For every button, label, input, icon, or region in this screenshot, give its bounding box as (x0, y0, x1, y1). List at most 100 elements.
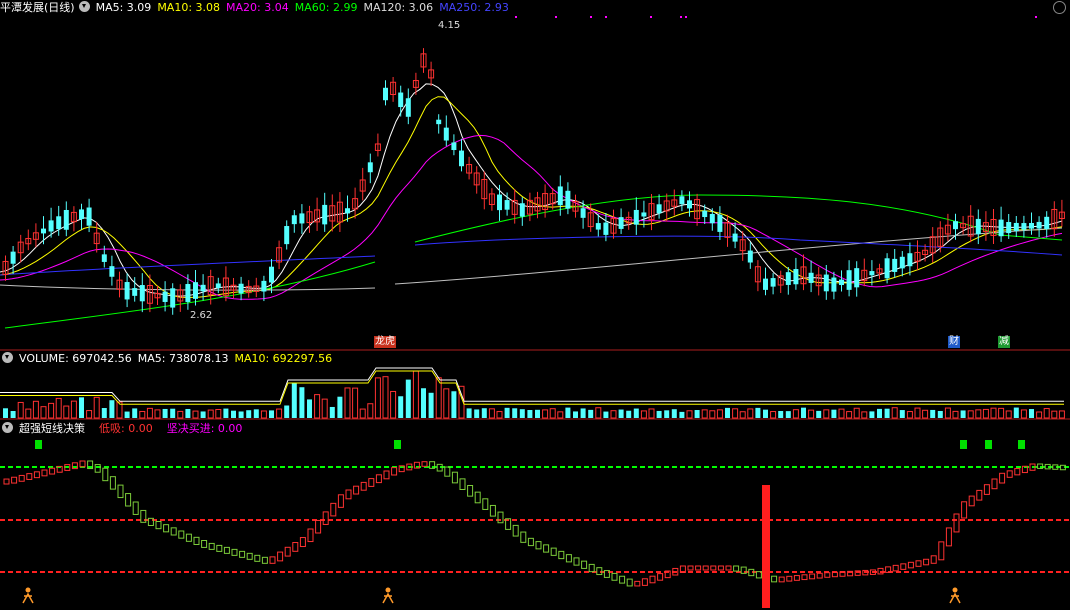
volume-bar (580, 408, 586, 418)
indicator-name: 超强短线决策 (19, 422, 85, 435)
volume-bar (535, 409, 540, 418)
oscillator-step (634, 580, 641, 587)
volume-bar (3, 408, 8, 418)
event-tag-reduce[interactable]: 减 (998, 336, 1010, 348)
volume-bar (215, 409, 222, 419)
candle-body (86, 207, 92, 226)
volume-bar (269, 410, 274, 418)
buy-signal-marker (985, 440, 992, 449)
figure-icon (25, 587, 31, 593)
event-tag-finance[interactable]: 财 (948, 336, 960, 348)
oscillator-step (999, 472, 1006, 484)
volume-bar (185, 408, 191, 418)
candle-body (132, 288, 138, 296)
volume-bar (694, 410, 700, 418)
candle-body (405, 98, 411, 117)
volume-bar (1013, 407, 1019, 418)
candle-body (48, 220, 54, 232)
oscillator-step (581, 560, 588, 569)
oscillator-step (307, 528, 314, 543)
volume-bar (891, 407, 898, 419)
volume-bar (382, 376, 389, 419)
volume-bar (443, 388, 450, 419)
oscillator-step (315, 519, 322, 534)
dropdown-icon[interactable] (2, 352, 13, 363)
volume-bar (109, 400, 115, 418)
oscillator-step (733, 565, 740, 572)
volume-bar (801, 407, 806, 418)
oscillator-step (611, 572, 618, 581)
volume-bar (846, 411, 853, 419)
volume-bar (633, 408, 639, 418)
oscillator-step (482, 498, 489, 510)
volume-bar (488, 408, 495, 419)
candle-body (497, 194, 502, 211)
volume-bar (937, 410, 943, 418)
volume-bar (906, 411, 913, 419)
volume-bar (716, 409, 723, 419)
volume-bar (603, 411, 609, 418)
signal-dot (680, 16, 682, 18)
candle-body (345, 208, 350, 214)
oscillator-step (125, 493, 132, 507)
volume-bar (428, 392, 434, 418)
volume-bar (1005, 410, 1012, 419)
volume-label: VOLUME: 697042.56 (19, 352, 132, 365)
oscillator-step (383, 470, 390, 480)
volume-bar (55, 397, 62, 419)
candle-body (907, 253, 913, 267)
kline-chart[interactable] (0, 0, 1070, 610)
figure-icon (22, 592, 34, 604)
volume-bar (626, 410, 632, 418)
oscillator-step (474, 491, 481, 504)
volume-bar (314, 394, 321, 419)
volume-bar (573, 411, 578, 418)
volume-bar (93, 396, 100, 419)
signal-bar (762, 485, 770, 608)
oscillator-step (322, 511, 329, 525)
oscillator-step (565, 554, 572, 563)
volume-bar (914, 407, 921, 419)
volume-bar (763, 409, 768, 418)
dropdown-icon[interactable] (2, 422, 13, 433)
oscillator-step (725, 565, 732, 571)
oscillator-step (11, 476, 18, 484)
oscillator-step (41, 469, 48, 477)
volume-bar (1036, 411, 1043, 419)
oscillator-step (976, 489, 983, 501)
volume-bar (260, 410, 267, 419)
volume-bar (656, 410, 662, 418)
volume-bar (231, 410, 236, 418)
oscillator-step (26, 473, 33, 480)
volume-bar (877, 408, 882, 418)
volume-bar (284, 405, 290, 418)
volume-bar (527, 409, 533, 418)
volume-bar (853, 407, 860, 419)
volume-bar (831, 409, 837, 418)
event-tag-dragon-tiger[interactable]: 龙虎 (374, 336, 396, 348)
signal-dot (555, 16, 557, 18)
oscillator-step (33, 471, 40, 479)
candle-body (10, 251, 16, 264)
buy-signal-marker (960, 440, 967, 449)
candle-body (459, 150, 464, 167)
oscillator-step (208, 542, 215, 550)
candle-body (519, 203, 525, 217)
oscillator-step (185, 533, 192, 542)
oscillator-step (649, 575, 656, 584)
oscillator-step (49, 467, 56, 475)
oscillator-step (231, 548, 238, 556)
volume-ma5-line (0, 367, 1064, 402)
volume-bar (496, 411, 503, 419)
oscillator-step (657, 573, 664, 581)
volume-bar (32, 400, 39, 419)
low-price-label: 2.62 (190, 310, 213, 321)
volume-ma10-line (0, 370, 1064, 405)
oscillator-step (786, 575, 793, 582)
oscillator-step (915, 560, 922, 567)
oscillator-step (337, 494, 344, 508)
high-price-label: 4.15 (438, 20, 461, 31)
volume-bar (321, 398, 328, 419)
candle-body (687, 200, 692, 209)
candle-body (892, 258, 898, 272)
